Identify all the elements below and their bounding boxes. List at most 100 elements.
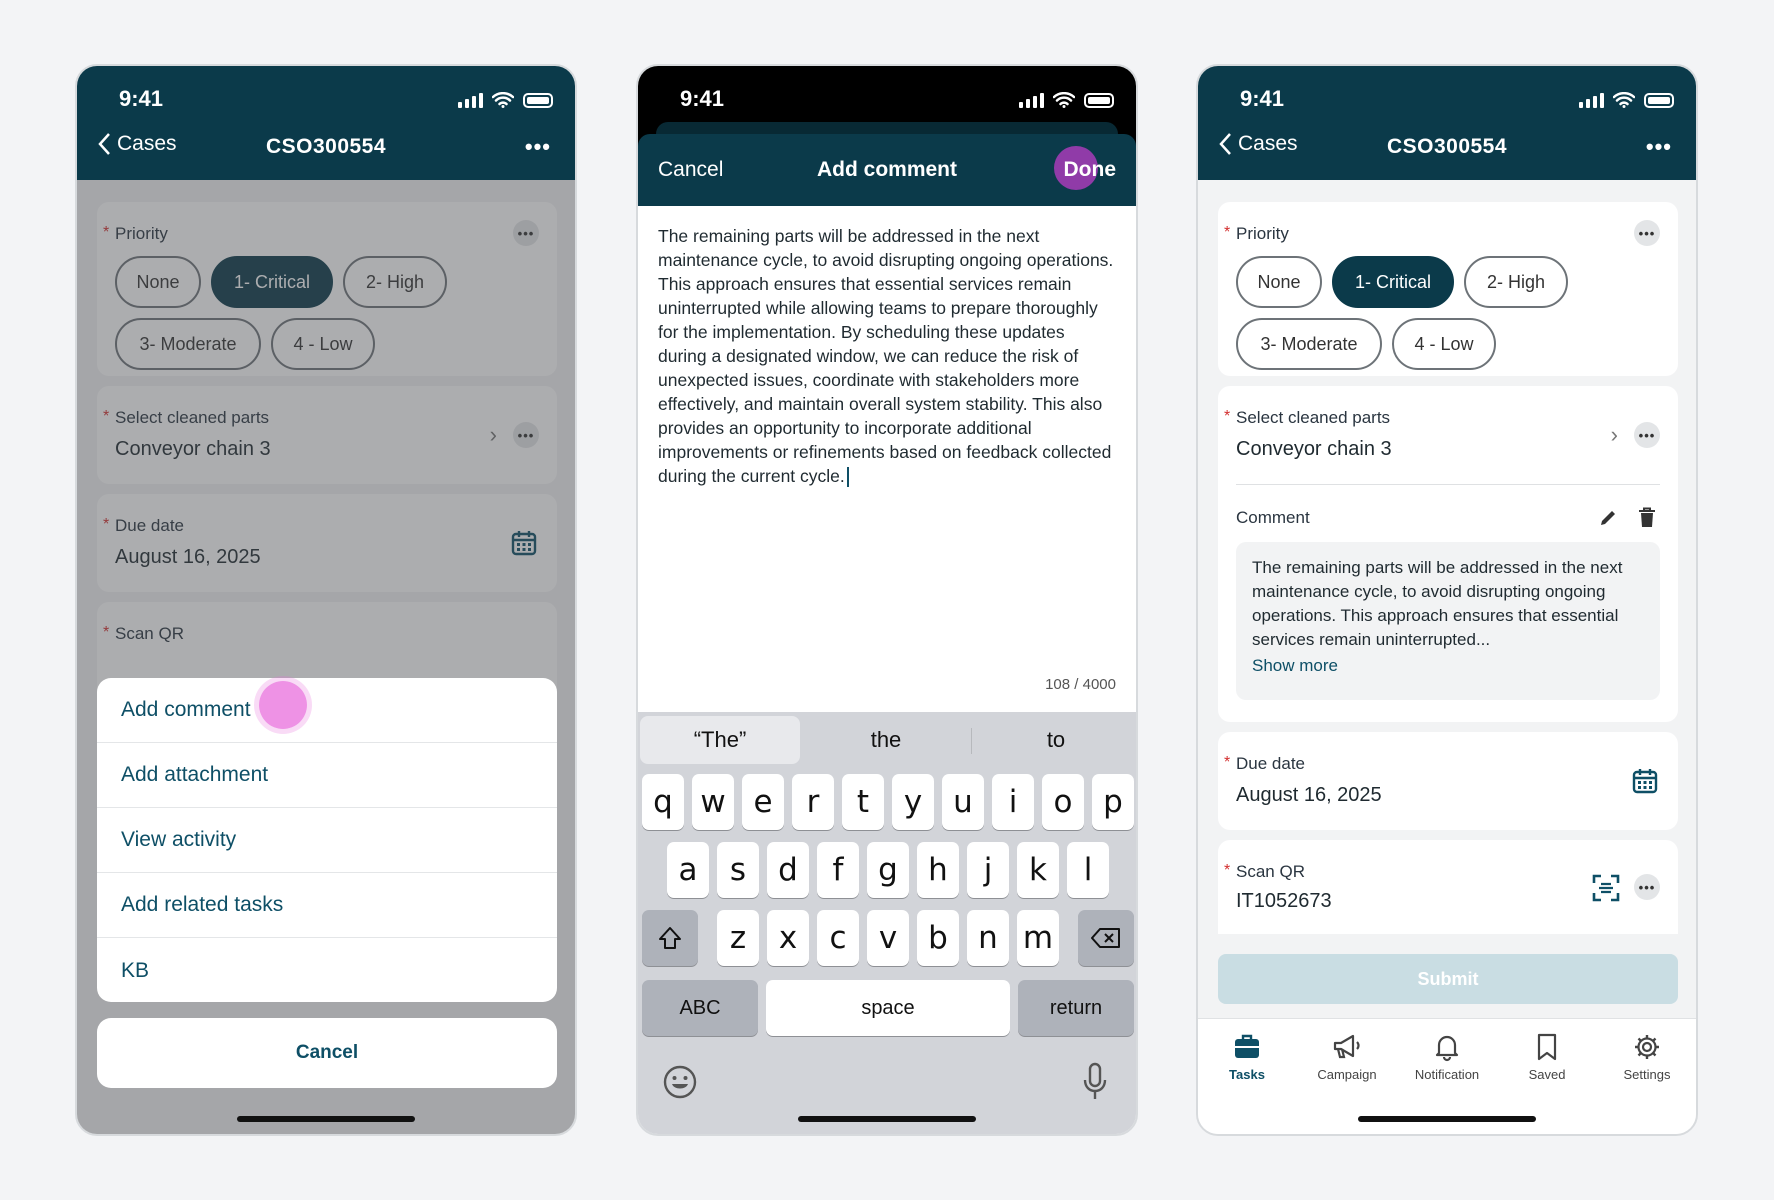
home-indicator [237, 1116, 415, 1122]
key-g[interactable]: g [867, 842, 909, 898]
space-key[interactable]: space [766, 980, 1010, 1036]
shift-key[interactable] [642, 910, 698, 966]
key-o[interactable]: o [1042, 774, 1084, 830]
cancel-button[interactable]: Cancel [97, 1018, 557, 1088]
app-header: 9:41 Cases CSO300554 ••• [77, 66, 575, 180]
key-d[interactable]: d [767, 842, 809, 898]
parts-value[interactable]: Conveyor chain 3 [1236, 438, 1392, 461]
suggestion-2[interactable]: the [806, 716, 966, 764]
parts-label: Select cleaned parts [1236, 408, 1391, 427]
chip-critical[interactable]: 1- Critical [1332, 256, 1454, 308]
due-date-value: August 16, 2025 [1236, 784, 1382, 806]
key-b[interactable]: b [917, 910, 959, 966]
qr-scan-icon[interactable] [1592, 874, 1620, 902]
tab-settings[interactable]: Settings [1602, 1031, 1692, 1082]
priority-more-icon[interactable]: ••• [1634, 220, 1660, 246]
tab-label: Saved [1528, 1067, 1566, 1082]
status-time: 9:41 [119, 86, 164, 111]
menu-add-comment[interactable]: Add comment [97, 678, 557, 743]
chip-low[interactable]: 4 - Low [1392, 318, 1496, 370]
suggestion-divider [971, 728, 972, 754]
scan-more-icon[interactable]: ••• [1634, 874, 1660, 900]
suggestion-1[interactable]: “The” [640, 716, 800, 764]
done-button[interactable]: Done [1064, 158, 1117, 182]
key-m[interactable]: m [1017, 910, 1059, 966]
status-time: 9:41 [1240, 86, 1285, 111]
key-c[interactable]: c [817, 910, 859, 966]
abc-key[interactable]: ABC [642, 980, 758, 1036]
more-options-icon[interactable]: ••• [1646, 134, 1672, 160]
key-r[interactable]: r [792, 774, 834, 830]
bookmark-icon [1537, 1033, 1557, 1061]
tab-tasks[interactable]: Tasks [1202, 1031, 1292, 1082]
menu-add-attachment[interactable]: Add attachment [97, 743, 557, 808]
chip-none[interactable]: None [1236, 256, 1322, 308]
emoji-icon[interactable] [662, 1064, 698, 1100]
scan-qr-card: * Scan QR IT1052673 ••• [1218, 840, 1678, 934]
key-u[interactable]: u [942, 774, 984, 830]
parts-more-icon[interactable]: ••• [1634, 422, 1660, 448]
status-bar: 9:41 [77, 86, 575, 126]
tab-label: Settings [1623, 1067, 1671, 1082]
scan-qr-value: IT1052673 [1236, 890, 1332, 912]
chip-high[interactable]: 2- High [1464, 256, 1568, 308]
key-p[interactable]: p [1092, 774, 1134, 830]
due-date-label: Due date [1236, 754, 1305, 773]
key-t[interactable]: t [842, 774, 884, 830]
key-s[interactable]: s [717, 842, 759, 898]
priority-label: Priority [1236, 224, 1289, 243]
edit-pencil-icon[interactable] [1598, 508, 1618, 528]
battery-icon [523, 92, 553, 108]
status-bar: 9:41 [638, 86, 1136, 126]
comment-preview-box: The remaining parts will be addressed in… [1236, 542, 1660, 700]
microphone-icon[interactable] [1082, 1062, 1108, 1102]
menu-view-activity[interactable]: View activity [97, 808, 557, 873]
divider [1236, 484, 1660, 485]
return-key[interactable]: return [1018, 980, 1134, 1036]
chip-moderate[interactable]: 3- Moderate [1236, 318, 1382, 370]
battery-icon [1644, 92, 1674, 108]
key-h[interactable]: h [917, 842, 959, 898]
key-z[interactable]: z [717, 910, 759, 966]
home-indicator [798, 1116, 976, 1122]
key-x[interactable]: x [767, 910, 809, 966]
key-n[interactable]: n [967, 910, 1009, 966]
show-more-link[interactable]: Show more [1252, 656, 1644, 676]
tab-campaign[interactable]: Campaign [1302, 1031, 1392, 1082]
briefcase-icon [1235, 1034, 1259, 1058]
tab-saved[interactable]: Saved [1502, 1031, 1592, 1082]
parts-card: * Select cleaned parts Conveyor chain 3 … [1218, 386, 1678, 722]
key-a[interactable]: a [667, 842, 709, 898]
wifi-icon [1053, 92, 1075, 108]
trash-icon[interactable] [1638, 507, 1656, 528]
key-j[interactable]: j [967, 842, 1009, 898]
more-options-icon[interactable]: ••• [525, 134, 551, 160]
submit-button[interactable]: Submit [1218, 954, 1678, 1004]
phone-screen-case-detail: 9:41 Cases CSO300554 ••• * Priority ••• … [1196, 64, 1698, 1136]
tab-label: Tasks [1229, 1067, 1265, 1082]
key-l[interactable]: l [1067, 842, 1109, 898]
tab-notification[interactable]: Notification [1402, 1031, 1492, 1082]
key-i[interactable]: i [992, 774, 1034, 830]
key-y[interactable]: y [892, 774, 934, 830]
comment-textarea[interactable]: The remaining parts will be addressed in… [658, 224, 1118, 488]
calendar-icon[interactable] [1632, 768, 1658, 794]
menu-add-related-tasks[interactable]: Add related tasks [97, 873, 557, 938]
key-w[interactable]: w [692, 774, 734, 830]
chevron-right-icon[interactable]: › [1611, 422, 1618, 448]
comment-label: Comment [1236, 508, 1310, 527]
key-e[interactable]: e [742, 774, 784, 830]
phone-screen-add-comment: 9:41 Cancel Add comment Done The remaini… [636, 64, 1138, 1136]
suggestion-3[interactable]: to [976, 716, 1136, 764]
signal-icon [1579, 92, 1604, 108]
key-q[interactable]: q [642, 774, 684, 830]
keyboard: “The” the to q w e r t y u i o p a s d f… [638, 712, 1136, 1134]
key-k[interactable]: k [1017, 842, 1059, 898]
key-f[interactable]: f [817, 842, 859, 898]
menu-kb[interactable]: KB [97, 938, 557, 1002]
page-title: CSO300554 [265, 135, 387, 158]
megaphone-icon [1333, 1034, 1360, 1059]
delete-key[interactable] [1078, 910, 1134, 966]
priority-card: * Priority ••• None 1- Critical 2- High … [1218, 202, 1678, 376]
key-v[interactable]: v [867, 910, 909, 966]
